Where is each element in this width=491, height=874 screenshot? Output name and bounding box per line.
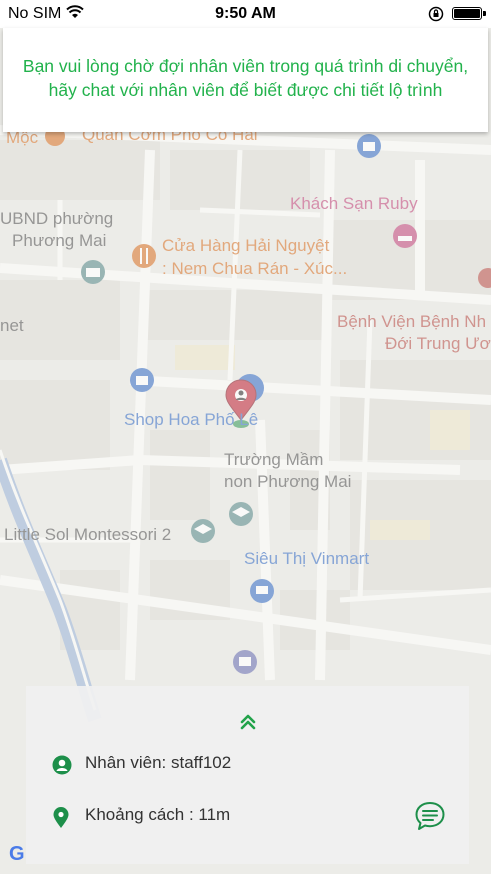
battery-icon xyxy=(452,7,486,20)
map-label-net: net xyxy=(0,316,24,335)
map-label-truong-mam-2: non Phương Mai xyxy=(224,472,352,491)
poi-museum-icon[interactable] xyxy=(81,260,105,284)
poi-school-icon[interactable] xyxy=(229,502,253,526)
map-label-ubnd-2: Phương Mai xyxy=(12,231,107,250)
map-label-ubnd-1: UBND phường xyxy=(0,209,114,228)
poi-shopping-icon[interactable] xyxy=(357,134,381,158)
map-label-sieu-thi: Siêu Thị Vinmart xyxy=(244,549,370,568)
staff-label: Nhân viên: staff102 xyxy=(85,753,232,772)
map-label-cua-hang-1: Cửa Hàng Hải Nguyệt xyxy=(162,236,330,255)
poi-school2-icon[interactable] xyxy=(191,519,215,543)
notice-message: Bạn vui lòng chờ đợi nhân viên trong quá… xyxy=(22,56,469,100)
map-label-little-sol: Little Sol Montessori 2 xyxy=(4,525,172,544)
poi-cart-icon[interactable] xyxy=(250,579,274,603)
status-bar: No SIM 9:50 AM xyxy=(0,0,491,28)
map-label-benh-vien-2: Đới Trung Ươ xyxy=(385,334,491,353)
chat-bubble-icon[interactable] xyxy=(414,801,446,831)
map-marker-icon xyxy=(53,807,69,828)
notice-banner: Bạn vui lòng chờ đợi nhân viên trong quá… xyxy=(3,28,488,132)
map-label-truong-mam-1: Trường Mầm xyxy=(224,450,324,469)
map-label-cua-hang-2: : Nem Chua Rán - Xúc... xyxy=(162,259,348,278)
map-label-shop-hoa: Shop Hoa Phố Lê xyxy=(124,410,259,429)
distance-label: Khoảng cách : 11m xyxy=(85,805,231,824)
poi-restaurant-icon[interactable] xyxy=(132,244,156,268)
poi-hotel-icon[interactable] xyxy=(393,224,417,248)
expand-chevron-icon[interactable] xyxy=(238,712,258,732)
google-logo: G xyxy=(9,843,25,865)
poi-store-icon[interactable] xyxy=(233,650,257,674)
status-time: 9:50 AM xyxy=(215,5,276,22)
poi-shop-hoa-icon[interactable] xyxy=(130,368,154,392)
rotation-lock-icon xyxy=(428,6,444,22)
map-label-khach-san: Khách Sạn Ruby xyxy=(290,194,418,213)
user-circle-icon xyxy=(52,755,72,775)
map-label-benh-vien-1: Bệnh Viện Bệnh Nh xyxy=(337,312,487,331)
